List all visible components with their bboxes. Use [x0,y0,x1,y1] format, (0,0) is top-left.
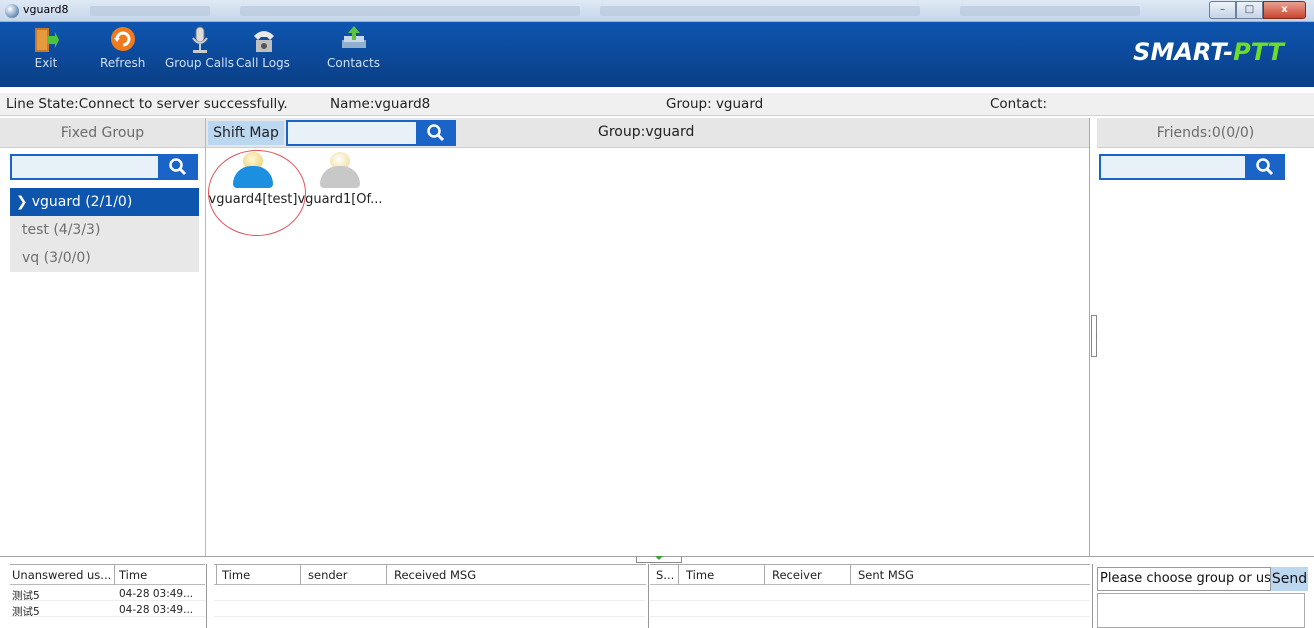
column-header[interactable]: Received MSG [394,568,476,582]
column-header[interactable]: Unanswered us... [12,568,111,582]
fixed-group-panel: Fixed Group ❯ vguard (2/1/0) test (4/3/3)… [0,118,206,556]
member-label: vguard1[Of... [297,192,383,207]
member-search-input[interactable] [286,120,418,146]
center-header: Shift Map Group:vguard [206,118,1089,148]
contacts-button[interactable]: Contacts [327,26,380,70]
table-header: S... Time Receiver Sent MSG [650,565,1090,585]
table-row[interactable] [650,601,1090,617]
table-row[interactable] [214,601,646,617]
group-member-view: Shift Map Group:vguard vguard4[test] vgu… [206,118,1090,556]
minimize-button[interactable]: – [1209,1,1236,19]
friend-search-input[interactable] [1099,154,1247,180]
refresh-icon [110,26,136,52]
bottom-log-area: Unanswered us... Time 测试5 04-28 03:49...… [0,556,1314,628]
received-messages-table: Time sender Received MSG [214,564,646,617]
sent-messages-table: S... Time Receiver Sent MSG [650,564,1090,617]
fixed-group-header[interactable]: Fixed Group [0,118,205,148]
table-row[interactable]: 测试5 04-28 03:49... [10,601,205,618]
unanswered-table: Unanswered us... Time 测试5 04-28 03:49...… [10,564,205,618]
table-row[interactable] [650,585,1090,601]
shift-map-button[interactable]: Shift Map [208,121,284,145]
column-header[interactable]: Sent MSG [858,568,914,582]
search-icon [169,158,187,176]
send-button[interactable]: Send [1271,567,1308,591]
message-target-field[interactable]: Please choose group or us [1097,567,1271,591]
column-header[interactable]: Time [686,568,714,582]
group-search-button[interactable] [158,154,198,180]
member-label: vguard4[test] [208,192,298,207]
window-controls: – □ x [1209,1,1306,19]
column-header[interactable]: Time [119,568,147,582]
refresh-label: Refresh [100,56,146,70]
microphone-icon [187,26,213,53]
group-calls-button[interactable]: Group Calls [165,26,234,70]
column-header[interactable]: Receiver [772,568,822,582]
title-bar: vguard8 – □ x [0,0,1314,22]
blurred-taskbar-area [600,6,920,16]
contact-text: Contact: [990,96,1048,112]
exit-door-icon [33,26,59,52]
member-search-button[interactable] [416,120,456,146]
window-title: vguard8 [23,3,69,16]
group-item-vguard[interactable]: ❯ vguard (2/1/0) [10,188,199,216]
message-textarea[interactable] [1097,593,1305,628]
close-button[interactable]: x [1263,1,1306,19]
exit-button[interactable]: Exit [33,26,59,70]
group-search-input[interactable] [10,154,160,180]
group-item-test[interactable]: test (4/3/3) [10,216,199,244]
table-row[interactable] [214,585,646,601]
group-text: Group: vguard [666,96,764,112]
user-name-text: Name:vguard8 [330,96,431,112]
table-row[interactable]: 测试5 04-28 03:49... [10,585,205,602]
chevron-right-icon: ❯ [16,194,28,210]
member-vguard4[interactable]: vguard4[test] [208,152,298,207]
group-title: Group:vguard [598,124,695,140]
refresh-button[interactable]: Refresh [100,26,145,70]
app-icon [5,4,19,18]
smart-ptt-logo: SMART-PTT [1133,38,1284,66]
contacts-label: Contacts [327,56,380,70]
blurred-taskbar-area [960,6,1140,16]
call-logs-button[interactable]: Call Logs [236,26,290,70]
table-header: Time sender Received MSG [214,565,646,585]
call-logs-icon [250,26,276,52]
friends-header[interactable]: Friends:0(0/0) [1097,118,1314,148]
call-logs-label: Call Logs [236,56,290,70]
member-vguard1[interactable]: vguard1[Of... [296,152,384,207]
blurred-taskbar-area [90,6,210,16]
column-header[interactable]: Time [222,568,250,582]
group-calls-label: Group Calls [165,56,234,70]
main-toolbar: Exit Refresh Group Calls Call Logs Conta… [0,22,1314,87]
bottom-panel-toggle[interactable] [636,556,682,563]
maximize-button[interactable]: □ [1236,1,1263,19]
group-item-vq[interactable]: vq (3/0/0) [10,244,199,272]
column-header[interactable]: S... [656,568,674,582]
table-header: Unanswered us... Time [10,565,205,585]
contacts-icon [340,26,367,52]
blurred-taskbar-area [240,6,580,16]
search-icon [1256,158,1274,176]
line-state-text: Line State:Connect to server successfull… [6,96,288,112]
column-header[interactable]: sender [308,568,347,582]
exit-label: Exit [34,56,58,70]
friends-panel: Friends:0(0/0) [1097,118,1314,556]
status-line: Line State:Connect to server successfull… [0,93,1314,116]
friend-search-button[interactable] [1245,154,1285,180]
search-icon [427,124,445,142]
